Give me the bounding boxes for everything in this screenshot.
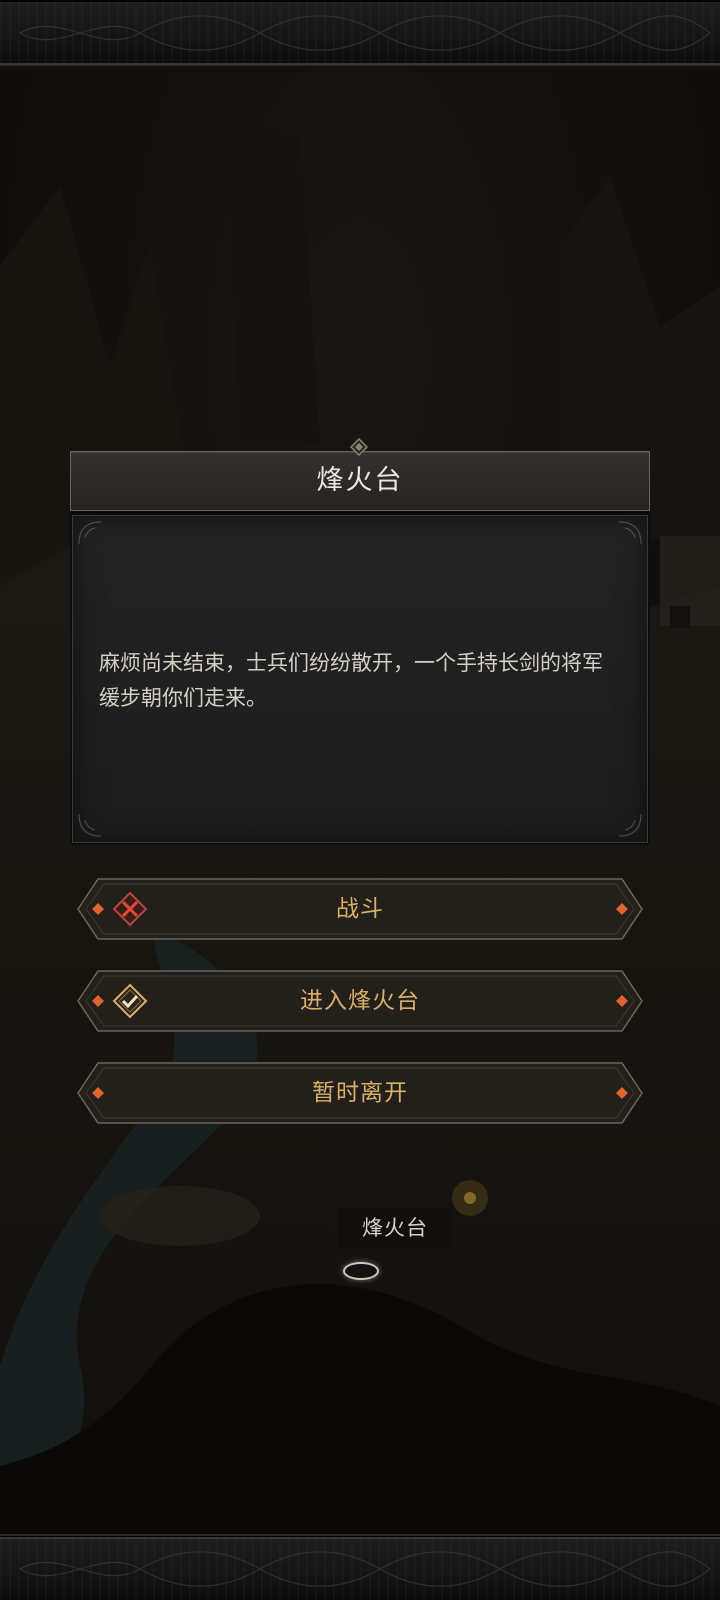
option-button-fight[interactable]: 战斗 [76, 877, 644, 941]
bottom-ornament-pattern [0, 1537, 720, 1587]
header-gem-icon [350, 438, 368, 456]
game-screen: 烽火台 烽火台 麻烦尚未结束，士兵们纷纷散开，一个手持长剑的将军缓步朝你们走来。 [0, 0, 720, 1600]
dialog-body: 麻烦尚未结束，士兵们纷纷散开，一个手持长剑的将军缓步朝你们走来。 [72, 515, 648, 843]
option-label: 暂时离开 [312, 1080, 408, 1106]
option-button-enter-beacon[interactable]: 进入烽火台 [76, 969, 644, 1033]
dialog-title: 烽火台 [316, 465, 404, 496]
option-button-leave[interactable]: 暂时离开 [76, 1061, 644, 1125]
map-location-pin-icon[interactable] [343, 1262, 379, 1280]
top-ornament-bar [0, 0, 720, 68]
bottom-ornament-bar [0, 1534, 720, 1600]
dialog-header: 烽火台 [70, 451, 650, 511]
option-label: 进入烽火台 [300, 988, 420, 1014]
map-location-label[interactable]: 烽火台 [338, 1208, 452, 1248]
option-label: 战斗 [336, 896, 384, 922]
dialog-text: 麻烦尚未结束，士兵们纷纷散开，一个手持长剑的将军缓步朝你们走来。 [99, 651, 603, 710]
top-ornament-pattern [0, 15, 720, 65]
